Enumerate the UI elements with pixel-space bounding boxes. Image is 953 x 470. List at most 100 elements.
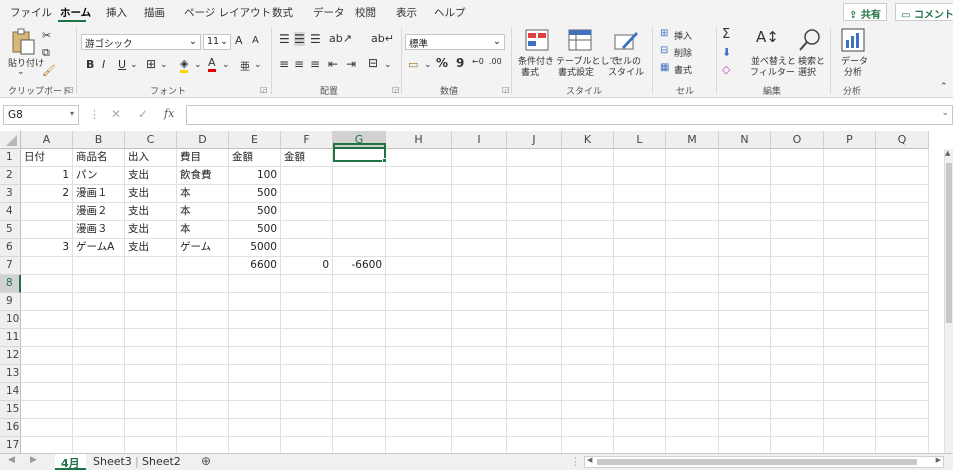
cell-g8[interactable] <box>333 275 386 293</box>
cell-j8[interactable] <box>507 275 562 293</box>
cell-j13[interactable] <box>507 365 562 383</box>
cell-n14[interactable] <box>719 383 771 401</box>
cell-k8[interactable] <box>562 275 614 293</box>
cell-a14[interactable] <box>21 383 73 401</box>
cell-d14[interactable] <box>177 383 229 401</box>
cell-j14[interactable] <box>507 383 562 401</box>
cell-n5[interactable] <box>719 221 771 239</box>
cell-o3[interactable] <box>771 185 824 203</box>
cell-o12[interactable] <box>771 347 824 365</box>
tab-help[interactable]: ヘルプ <box>434 5 466 20</box>
cell-k12[interactable] <box>562 347 614 365</box>
cell-h12[interactable] <box>386 347 452 365</box>
cell-c5[interactable]: 支出 <box>125 221 177 239</box>
cell-k14[interactable] <box>562 383 614 401</box>
column-header-i[interactable]: I <box>452 131 507 149</box>
cell-l14[interactable] <box>614 383 666 401</box>
format-cells-button[interactable]: 書式 <box>674 63 692 76</box>
cell-p14[interactable] <box>824 383 876 401</box>
cell-h5[interactable] <box>386 221 452 239</box>
sheet-tab-sheet3[interactable]: Sheet3 <box>87 454 138 470</box>
cell-i8[interactable] <box>452 275 507 293</box>
chevron-down-icon[interactable]: ⌄ <box>194 60 202 70</box>
cell-p6[interactable] <box>824 239 876 257</box>
cell-n11[interactable] <box>719 329 771 347</box>
cell-a13[interactable] <box>21 365 73 383</box>
cell-f1[interactable]: 金額 <box>281 149 333 167</box>
chevron-down-icon[interactable]: ⌄ <box>130 60 138 70</box>
column-header-b[interactable]: B <box>73 131 125 149</box>
cell-j2[interactable] <box>507 167 562 185</box>
cell-p2[interactable] <box>824 167 876 185</box>
cell-f3[interactable] <box>281 185 333 203</box>
cell-g9[interactable] <box>333 293 386 311</box>
cell-g15[interactable] <box>333 401 386 419</box>
row-header-13[interactable]: 13 <box>0 365 21 383</box>
cell-g11[interactable] <box>333 329 386 347</box>
column-header-f[interactable]: F <box>281 131 333 149</box>
cell-m3[interactable] <box>666 185 719 203</box>
add-sheet-icon[interactable]: ⊕ <box>201 454 211 468</box>
cell-k13[interactable] <box>562 365 614 383</box>
row-header-2[interactable]: 2 <box>0 167 21 185</box>
cell-q16[interactable] <box>876 419 929 437</box>
cell-b4[interactable]: 漫画２ <box>73 203 125 221</box>
cell-n17[interactable] <box>719 437 771 453</box>
cell-a17[interactable] <box>21 437 73 453</box>
cell-c14[interactable] <box>125 383 177 401</box>
cell-a9[interactable] <box>21 293 73 311</box>
cell-i7[interactable] <box>452 257 507 275</box>
cell-k10[interactable] <box>562 311 614 329</box>
fill-color-icon[interactable]: ◈ <box>180 57 189 73</box>
format-cells-icon[interactable]: ▦ <box>660 62 669 73</box>
cell-k4[interactable] <box>562 203 614 221</box>
cell-j7[interactable] <box>507 257 562 275</box>
number-format-select[interactable]: 標準 ⌄ <box>405 34 505 50</box>
cell-a5[interactable] <box>21 221 73 239</box>
cell-j11[interactable] <box>507 329 562 347</box>
cell-m1[interactable] <box>666 149 719 167</box>
cell-n2[interactable] <box>719 167 771 185</box>
cell-k5[interactable] <box>562 221 614 239</box>
row-header-16[interactable]: 16 <box>0 419 21 437</box>
fill-handle[interactable] <box>382 158 387 163</box>
column-header-n[interactable]: N <box>719 131 771 149</box>
chevron-down-icon[interactable]: ⌄ <box>384 60 392 70</box>
cell-c10[interactable] <box>125 311 177 329</box>
font-size-select[interactable]: 11 ⌄ <box>203 34 231 50</box>
cell-c3[interactable]: 支出 <box>125 185 177 203</box>
cell-i13[interactable] <box>452 365 507 383</box>
alignment-dialog-icon[interactable]: ◲ <box>392 85 400 94</box>
cell-f6[interactable] <box>281 239 333 257</box>
cell-g4[interactable] <box>333 203 386 221</box>
cell-j4[interactable] <box>507 203 562 221</box>
formula-input[interactable]: ⌄ <box>186 105 953 125</box>
fill-icon[interactable]: ⬇ <box>722 46 731 59</box>
column-header-c[interactable]: C <box>125 131 177 149</box>
cell-p9[interactable] <box>824 293 876 311</box>
column-header-d[interactable]: D <box>177 131 229 149</box>
cell-p17[interactable] <box>824 437 876 453</box>
cell-c9[interactable] <box>125 293 177 311</box>
cell-c15[interactable] <box>125 401 177 419</box>
cell-q7[interactable] <box>876 257 929 275</box>
cell-e12[interactable] <box>229 347 281 365</box>
column-header-a[interactable]: A <box>21 131 73 149</box>
cell-o6[interactable] <box>771 239 824 257</box>
cell-e1[interactable]: 金額 <box>229 149 281 167</box>
cell-o1[interactable] <box>771 149 824 167</box>
cell-k17[interactable] <box>562 437 614 453</box>
cell-g10[interactable] <box>333 311 386 329</box>
cell-m12[interactable] <box>666 347 719 365</box>
horizontal-scrollbar[interactable]: ◀ ▶ <box>584 456 944 468</box>
cell-n6[interactable] <box>719 239 771 257</box>
cell-n16[interactable] <box>719 419 771 437</box>
cell-b9[interactable] <box>73 293 125 311</box>
row-header-15[interactable]: 15 <box>0 401 21 419</box>
cell-p7[interactable] <box>824 257 876 275</box>
cell-d3[interactable]: 本 <box>177 185 229 203</box>
cell-c2[interactable]: 支出 <box>125 167 177 185</box>
cell-n13[interactable] <box>719 365 771 383</box>
cell-c11[interactable] <box>125 329 177 347</box>
column-header-p[interactable]: P <box>824 131 876 149</box>
